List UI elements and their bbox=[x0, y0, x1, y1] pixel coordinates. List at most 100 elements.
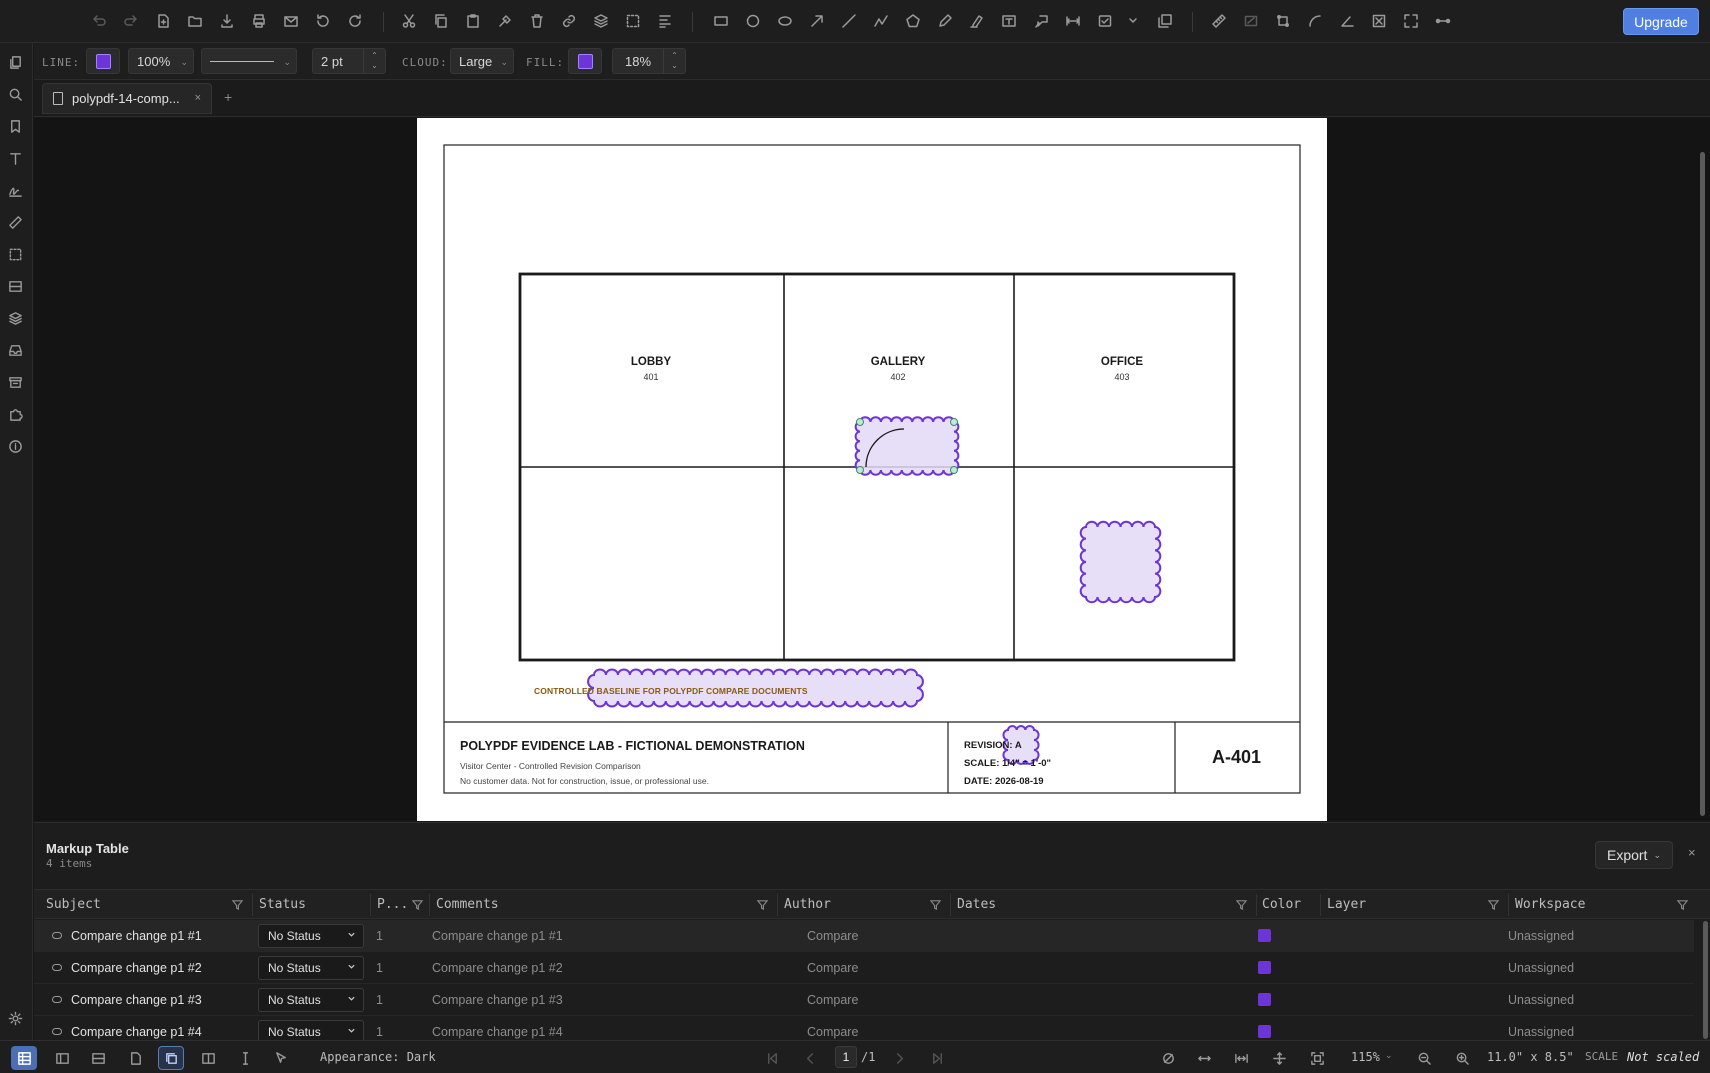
stroke-width-stepper[interactable]: ⌃ ⌄ bbox=[363, 49, 385, 73]
copy-icon[interactable] bbox=[430, 10, 452, 32]
filter-icon[interactable] bbox=[1235, 898, 1248, 911]
align-icon[interactable] bbox=[654, 10, 676, 32]
ruler-icon[interactable] bbox=[1208, 10, 1230, 32]
new-document-icon[interactable] bbox=[152, 10, 174, 32]
last-page-icon[interactable] bbox=[927, 1048, 947, 1068]
chevron-down-icon[interactable]: ⌄ bbox=[1385, 1050, 1393, 1061]
rotate-left-icon[interactable] bbox=[312, 10, 334, 32]
archive-icon[interactable] bbox=[8, 375, 25, 392]
cloud-markup-gallery[interactable] bbox=[854, 416, 960, 476]
first-page-icon[interactable] bbox=[762, 1048, 782, 1068]
filter-icon[interactable] bbox=[411, 898, 424, 911]
resize-handle[interactable] bbox=[856, 418, 864, 426]
selection-icon[interactable] bbox=[8, 247, 25, 264]
link-icon[interactable] bbox=[558, 10, 580, 32]
column-header-status[interactable]: Status bbox=[259, 897, 306, 912]
clipboard-icon[interactable] bbox=[462, 10, 484, 32]
snap-icon[interactable] bbox=[1158, 1048, 1178, 1068]
marquee-select-icon[interactable] bbox=[622, 10, 644, 32]
calibrate-icon[interactable] bbox=[1432, 10, 1454, 32]
line-opacity-select[interactable]: 100% ⌄ bbox=[128, 48, 194, 74]
fill-opacity-stepper[interactable]: ⌃ ⌄ bbox=[663, 49, 685, 73]
area-measure-icon[interactable] bbox=[1240, 10, 1262, 32]
column-header-color[interactable]: Color bbox=[1262, 897, 1301, 912]
pdf-page[interactable]: LOBBY 401 GALLERY 402 OFFICE 403 CONTROL… bbox=[417, 118, 1327, 821]
perimeter-icon[interactable] bbox=[1272, 10, 1294, 32]
line-color-picker[interactable] bbox=[86, 48, 120, 74]
scale-value[interactable]: Not scaled bbox=[1627, 1050, 1699, 1064]
table-row[interactable]: Compare change p1 #3 No Status 1 Compare… bbox=[34, 984, 1694, 1016]
resize-handle[interactable] bbox=[950, 466, 958, 474]
column-header-author[interactable]: Author bbox=[784, 897, 831, 912]
dimension-icon[interactable] bbox=[1062, 10, 1084, 32]
status-select[interactable]: No Status bbox=[258, 924, 364, 948]
upgrade-button[interactable]: Upgrade bbox=[1623, 8, 1699, 35]
print-icon[interactable] bbox=[248, 10, 270, 32]
table-row[interactable]: Compare change p1 #1 No Status 1 Compare… bbox=[34, 920, 1694, 952]
single-page-icon[interactable] bbox=[125, 1048, 145, 1068]
column-header-workspace[interactable]: Workspace bbox=[1515, 897, 1585, 912]
row-color-swatch[interactable] bbox=[1258, 929, 1271, 942]
page-number-input[interactable]: 1 bbox=[835, 1046, 857, 1068]
zoom-in-icon[interactable] bbox=[1452, 1048, 1472, 1068]
status-select[interactable]: No Status bbox=[258, 988, 364, 1012]
column-header-page[interactable]: P... bbox=[377, 897, 408, 912]
column-divider[interactable] bbox=[252, 894, 253, 916]
polyline-tool-icon[interactable] bbox=[870, 10, 892, 32]
callout-icon[interactable] bbox=[1030, 10, 1052, 32]
status-select[interactable]: No Status bbox=[258, 956, 364, 980]
fill-color-picker[interactable] bbox=[568, 48, 602, 74]
filter-icon[interactable] bbox=[756, 898, 769, 911]
count-icon[interactable] bbox=[1368, 10, 1390, 32]
line-style-select[interactable]: ⌄ bbox=[201, 48, 297, 74]
open-folder-icon[interactable] bbox=[184, 10, 206, 32]
compare-pages-icon[interactable] bbox=[158, 1046, 184, 1070]
column-divider[interactable] bbox=[1256, 894, 1257, 916]
undo-icon[interactable] bbox=[88, 10, 110, 32]
info-icon[interactable] bbox=[8, 439, 25, 456]
text-cursor-icon[interactable] bbox=[235, 1048, 255, 1068]
split-vertical-icon[interactable] bbox=[52, 1048, 72, 1068]
fit-page-icon[interactable] bbox=[1307, 1048, 1327, 1068]
inbox-icon[interactable] bbox=[8, 343, 25, 360]
cloud-size-select[interactable]: Large ⌄ bbox=[450, 48, 514, 74]
line-tool-icon[interactable] bbox=[838, 10, 860, 32]
row-color-swatch[interactable] bbox=[1258, 1025, 1271, 1038]
column-header-layer[interactable]: Layer bbox=[1327, 897, 1366, 912]
add-tab-icon[interactable]: + bbox=[224, 89, 232, 105]
puzzle-icon[interactable] bbox=[8, 407, 25, 424]
angle-icon[interactable] bbox=[1336, 10, 1358, 32]
filter-icon[interactable] bbox=[1676, 898, 1689, 911]
resize-handle[interactable] bbox=[856, 466, 864, 474]
column-divider[interactable] bbox=[950, 894, 951, 916]
fit-width-icon[interactable] bbox=[1194, 1048, 1214, 1068]
text-box-icon[interactable] bbox=[998, 10, 1020, 32]
zoom-level[interactable]: 115% bbox=[1351, 1050, 1380, 1064]
filter-icon[interactable] bbox=[1487, 898, 1500, 911]
table-view-icon[interactable] bbox=[11, 1046, 37, 1070]
table-row[interactable]: Compare change p1 #4 No Status 1 Compare… bbox=[34, 1016, 1694, 1041]
previous-page-icon[interactable] bbox=[800, 1048, 820, 1068]
layers-icon[interactable] bbox=[590, 10, 612, 32]
measure-icon[interactable] bbox=[8, 215, 25, 232]
cloud-markup-office[interactable] bbox=[1079, 520, 1162, 604]
fullscreen-icon[interactable] bbox=[1400, 10, 1422, 32]
close-tab-icon[interactable]: × bbox=[195, 92, 201, 104]
row-color-swatch[interactable] bbox=[1258, 993, 1271, 1006]
bookmark-icon[interactable] bbox=[8, 119, 25, 136]
pen-tool-icon[interactable] bbox=[934, 10, 956, 32]
highlighter-icon[interactable] bbox=[966, 10, 988, 32]
column-header-subject[interactable]: Subject bbox=[46, 897, 101, 912]
trash-icon[interactable] bbox=[526, 10, 548, 32]
column-divider[interactable] bbox=[1320, 894, 1321, 916]
rotate-right-icon[interactable] bbox=[344, 10, 366, 32]
mail-icon[interactable] bbox=[280, 10, 302, 32]
column-divider[interactable] bbox=[1508, 894, 1509, 916]
fill-opacity-input[interactable]: 18% ⌃ ⌄ bbox=[612, 48, 686, 74]
row-color-swatch[interactable] bbox=[1258, 961, 1271, 974]
polygon-tool-icon[interactable] bbox=[902, 10, 924, 32]
arc-measure-icon[interactable] bbox=[1304, 10, 1326, 32]
status-select[interactable]: No Status bbox=[258, 1020, 364, 1040]
close-panel-icon[interactable]: × bbox=[1688, 845, 1696, 860]
document-tab[interactable]: polypdf-14-comp... × bbox=[42, 83, 212, 114]
